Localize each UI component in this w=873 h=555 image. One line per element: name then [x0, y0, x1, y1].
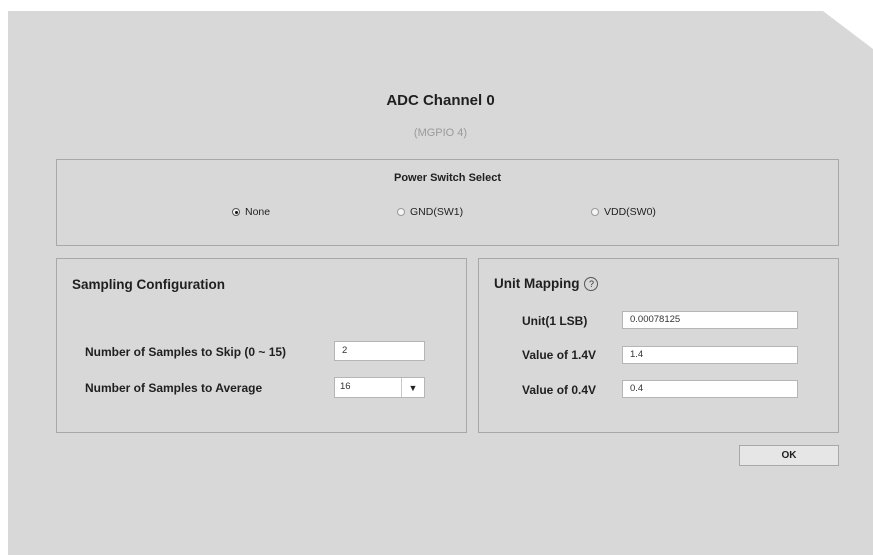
- dialog-title: ADC Channel 0: [386, 92, 495, 109]
- radio-unselected-icon: [397, 208, 405, 216]
- value-1-4v-input[interactable]: 1.4: [622, 346, 798, 364]
- unit-mapping-heading: Unit Mapping ?: [494, 276, 599, 291]
- sampling-configuration-title: Sampling Configuration: [72, 277, 225, 292]
- unit-lsb-input[interactable]: 0.00078125: [622, 311, 798, 329]
- power-switch-title: Power Switch Select: [394, 172, 501, 184]
- samples-average-value: 16: [340, 381, 351, 392]
- value-1-4v-label: Value of 1.4V: [522, 348, 597, 362]
- samples-average-label: Number of Samples to Average: [85, 381, 263, 395]
- samples-skip-input[interactable]: 2: [334, 341, 425, 361]
- radio-none-label: None: [245, 206, 271, 218]
- power-switch-panel: Power Switch Select None GND(SW1) VDD(SW…: [56, 159, 839, 246]
- unit-mapping-panel: Unit Mapping ? Unit(1 LSB) 0.00078125 Va…: [478, 258, 839, 433]
- radio-unselected-icon: [591, 208, 599, 216]
- window-corner: [823, 11, 873, 49]
- unit-lsb-label: Unit(1 LSB): [522, 314, 588, 328]
- dropdown-arrow-icon[interactable]: ▼: [401, 378, 424, 397]
- radio-gnd-sw1[interactable]: GND(SW1): [397, 206, 463, 218]
- radio-gnd-label: GND(SW1): [410, 206, 464, 218]
- dialog-subtitle: (MGPIO 4): [413, 127, 468, 139]
- sampling-configuration-panel: Sampling Configuration Number of Samples…: [56, 258, 467, 433]
- radio-vdd-sw0[interactable]: VDD(SW0): [591, 206, 656, 218]
- radio-selected-icon: [232, 208, 240, 216]
- value-0-4v-input[interactable]: 0.4: [622, 380, 798, 398]
- unit-mapping-title: Unit Mapping: [494, 276, 580, 291]
- radio-none[interactable]: None: [232, 206, 270, 218]
- ok-button[interactable]: OK: [739, 445, 839, 466]
- samples-skip-label: Number of Samples to Skip (0 ~ 15): [85, 345, 287, 359]
- question-circle-icon[interactable]: ?: [584, 276, 599, 291]
- samples-average-select[interactable]: 16 ▼: [334, 377, 425, 398]
- radio-vdd-label: VDD(SW0): [604, 206, 656, 218]
- value-0-4v-label: Value of 0.4V: [522, 383, 597, 397]
- adc-channel-dialog: ADC Channel 0 (MGPIO 4) Power Switch Sel…: [8, 11, 873, 555]
